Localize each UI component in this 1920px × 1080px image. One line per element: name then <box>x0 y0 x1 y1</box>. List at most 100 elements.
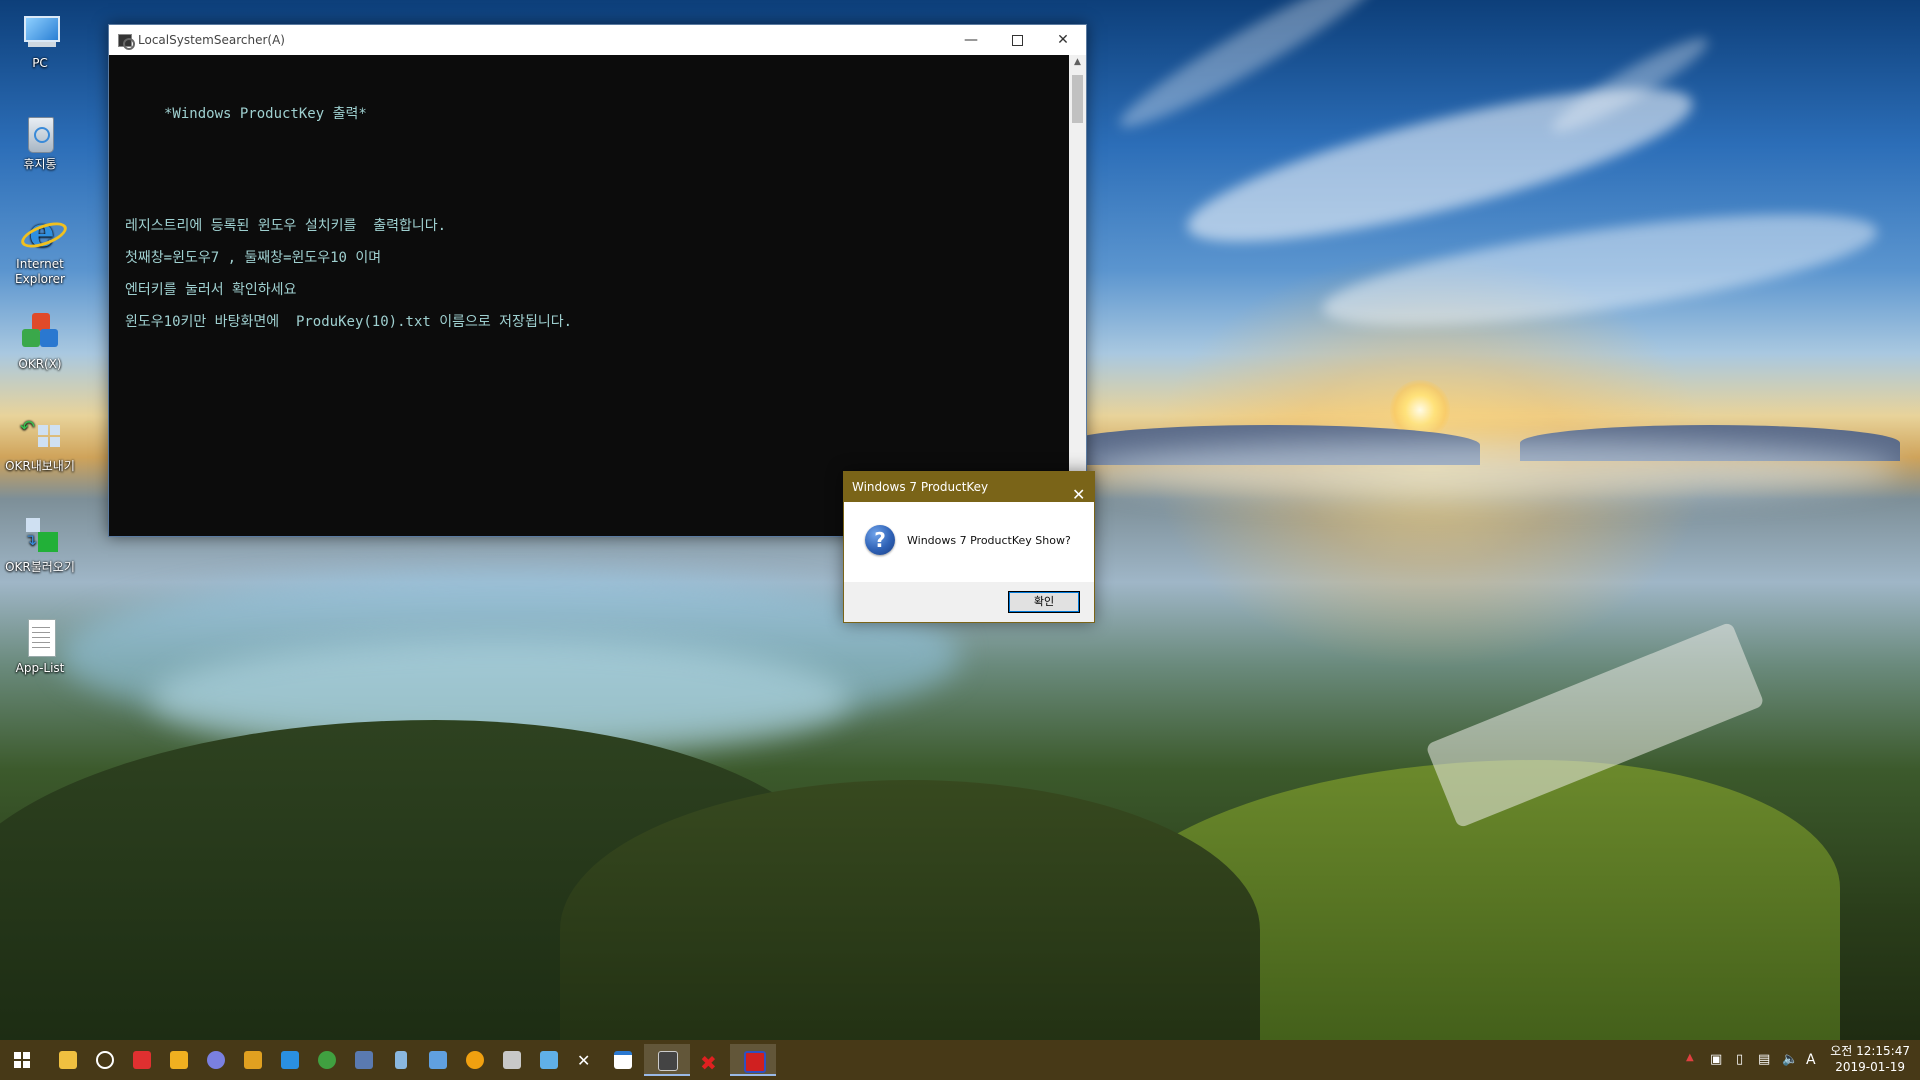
console-window[interactable]: LocalSystemSearcher(A) — ✕ *Windows Prod… <box>108 24 1087 537</box>
close-button[interactable]: ✕ <box>1040 25 1086 55</box>
console-titlebar[interactable]: LocalSystemSearcher(A) — ✕ <box>109 25 1086 55</box>
taskbar-clock[interactable]: 오전 12:15:47 2019-01-19 <box>1830 1043 1910 1075</box>
scissors-icon: ✕ <box>577 1051 591 1070</box>
ok-button[interactable]: 확인 <box>1008 591 1080 613</box>
red-x-icon: ✖ <box>700 1051 717 1075</box>
clock-time: 오전 12:15:47 <box>1830 1044 1910 1058</box>
export-icon: ↶ <box>18 413 62 457</box>
taskbar-app[interactable] <box>533 1044 565 1076</box>
desktop-icon-recycle-bin[interactable]: 휴지통 <box>0 105 80 172</box>
dialog-footer: 확인 <box>844 582 1094 622</box>
tray-ime-indicator[interactable]: A <box>1806 1052 1816 1068</box>
taskbar-app[interactable] <box>126 1044 158 1076</box>
dialog-titlebar[interactable]: Windows 7 ProductKey ✕ <box>844 472 1094 504</box>
maximize-icon <box>1011 34 1023 46</box>
taskbar-app[interactable] <box>89 1044 121 1076</box>
desktop-icon-app-list[interactable]: App-List <box>0 609 80 676</box>
desktop-icon-label: OKR(X) <box>18 357 62 371</box>
desktop-icon-label: 휴지통 <box>23 157 57 171</box>
console-line: 윈도우10키만 바탕화면에 ProduKey(10).txt 이름으로 저장됩니… <box>125 314 573 330</box>
import-icon: ↴ <box>18 514 62 558</box>
taskbar: ✕ ✖ ▲ ▣ ▯ ▤ 🔈 A 오전 12:15:47 2019-01-19 <box>0 1040 1920 1080</box>
media-icon <box>133 1051 151 1069</box>
taskbar-app[interactable] <box>385 1044 417 1076</box>
desktop-icon-internet-explorer[interactable]: e Internet Explorer <box>0 205 80 287</box>
computer-icon <box>18 10 62 54</box>
folder-icon <box>59 1051 77 1069</box>
taskbar-app[interactable] <box>274 1044 306 1076</box>
close-icon: ✕ <box>1057 32 1069 48</box>
desktop-icon-label: Internet Explorer <box>15 257 65 286</box>
taskbar-file-explorer[interactable] <box>52 1044 84 1076</box>
taskbar-localsystemsearcher[interactable] <box>644 1044 690 1076</box>
globe-icon <box>207 1051 225 1069</box>
start-button[interactable] <box>6 1044 38 1076</box>
taskbar-app[interactable] <box>496 1044 528 1076</box>
desktop-icon-okr-x[interactable]: OKR(X) <box>0 305 80 372</box>
clock-date: 2019-01-19 <box>1835 1060 1905 1074</box>
target-icon <box>96 1051 114 1069</box>
taskbar-app[interactable] <box>348 1044 380 1076</box>
windows-logo-icon <box>14 1052 30 1068</box>
terminal-icon <box>614 1051 632 1069</box>
question-icon: ? <box>865 525 895 555</box>
scrollbar-thumb[interactable] <box>1072 75 1083 123</box>
close-icon: ✕ <box>1072 485 1086 504</box>
taskbar-app[interactable] <box>200 1044 232 1076</box>
image-viewer-icon <box>170 1051 188 1069</box>
tray-monitor-icon[interactable]: ▣ <box>1710 1052 1722 1067</box>
productkey-dialog[interactable]: Windows 7 ProductKey ✕ ? Windows 7 Produ… <box>843 471 1095 623</box>
desktop-icon-label: OKR불러오기 <box>5 560 75 574</box>
console-title: LocalSystemSearcher(A) <box>138 33 285 47</box>
taskbar-app[interactable] <box>459 1044 491 1076</box>
desktop-icon-label: App-List <box>15 661 65 675</box>
wallpaper-mist <box>1080 440 1900 500</box>
taskbar-app[interactable] <box>237 1044 269 1076</box>
console-line: 첫째창=윈도우7 , 둘째창=윈도우10 이며 <box>125 250 382 266</box>
taskbar-app[interactable] <box>422 1044 454 1076</box>
network-icon <box>355 1051 373 1069</box>
tray-volume-icon[interactable]: 🔈 <box>1782 1052 1798 1067</box>
taskbar-productkey[interactable] <box>730 1044 776 1076</box>
desktop-icon-label: OKR내보내기 <box>5 459 75 473</box>
power-icon <box>466 1051 484 1069</box>
console-output[interactable]: *Windows ProductKey 출력* 레지스트리에 등록된 윈도우 설… <box>109 55 1069 536</box>
dialog-close-button[interactable]: ✕ <box>1064 472 1094 504</box>
window-manager-icon <box>429 1051 447 1069</box>
wallpaper-cloud <box>1110 0 1390 143</box>
taskbar-app[interactable] <box>607 1044 639 1076</box>
desktop-icon-okr-export[interactable]: ↶ OKR내보내기 <box>0 407 80 474</box>
console-line: *Windows ProductKey 출력* <box>164 106 367 122</box>
desktop-icon-pc[interactable]: PC <box>0 4 80 71</box>
console-line: 레지스트리에 등록된 윈도우 설치키를 출력합니다. <box>125 218 447 234</box>
console-line: 엔터키를 눌러서 확인하세요 <box>125 282 297 298</box>
browser-icon <box>318 1051 336 1069</box>
tray-up-arrow-icon[interactable]: ▲ <box>1686 1052 1694 1063</box>
dialog-title: Windows 7 ProductKey <box>852 480 989 494</box>
taskbar-app[interactable]: ✖ <box>693 1044 725 1076</box>
console-app-icon <box>117 32 135 50</box>
tray-network-icon[interactable]: ▤ <box>1758 1052 1770 1067</box>
chart-icon <box>281 1051 299 1069</box>
desktop-icon-okr-import[interactable]: ↴ OKR불러오기 <box>0 508 80 575</box>
recycle-bin-icon <box>18 111 62 155</box>
console-app-icon <box>658 1051 678 1071</box>
settings-icon <box>503 1051 521 1069</box>
minimize-button[interactable]: — <box>948 25 994 55</box>
desktop-icon-label: PC <box>32 56 48 70</box>
document-icon <box>395 1051 407 1069</box>
console-scrollbar[interactable]: ▲ <box>1069 55 1086 536</box>
computer-icon <box>540 1051 558 1069</box>
maximize-button[interactable] <box>994 25 1040 55</box>
key-app-icon <box>744 1051 766 1073</box>
taskbar-app[interactable] <box>163 1044 195 1076</box>
minimize-icon: — <box>964 32 978 48</box>
text-file-icon <box>18 615 62 659</box>
dialog-message: Windows 7 ProductKey Show? <box>907 534 1071 547</box>
internet-explorer-icon: e <box>18 211 70 255</box>
taskbar-app[interactable] <box>311 1044 343 1076</box>
scroll-up-arrow-icon[interactable]: ▲ <box>1069 57 1086 67</box>
tray-usb-icon[interactable]: ▯ <box>1736 1052 1743 1067</box>
okr-app-icon <box>18 311 62 355</box>
taskbar-app[interactable]: ✕ <box>570 1044 602 1076</box>
